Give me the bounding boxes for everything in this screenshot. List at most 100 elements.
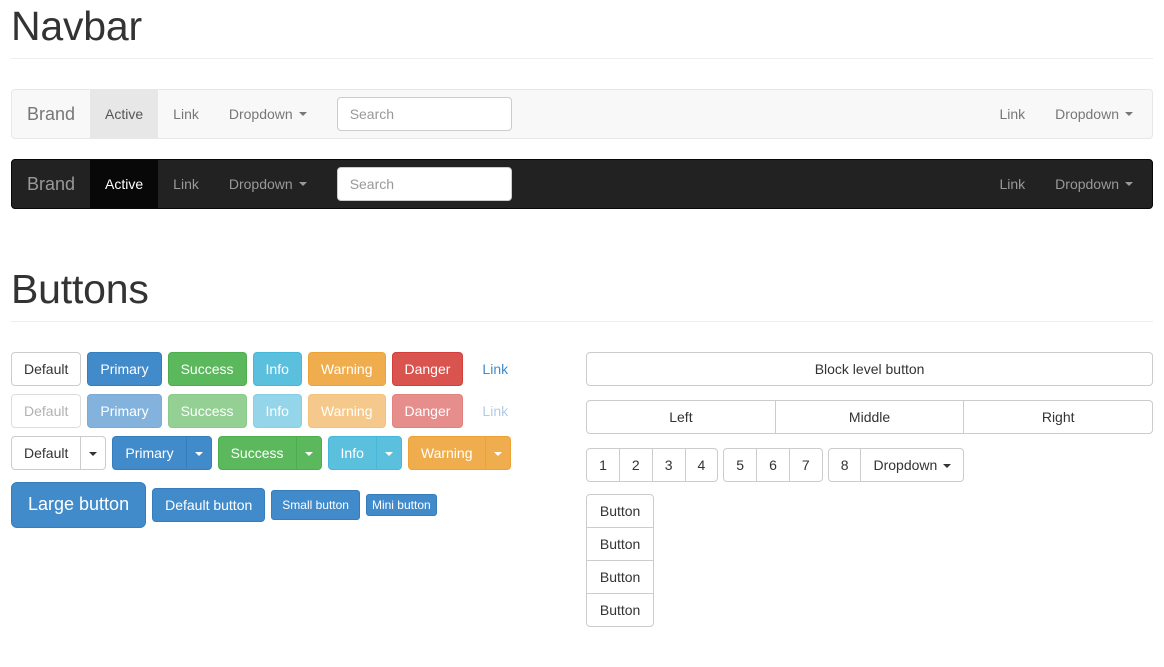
navbar-default: Brand Active Link Dropdown Link Dropdown [11,89,1153,140]
toolbar-button-8[interactable]: 8 [827,448,862,483]
toolbar-button-5[interactable]: 5 [723,448,758,483]
buttons-section-header: Buttons [11,265,1153,323]
justified-button-group: Left Middle Right [586,400,1153,435]
split-button-group-success: Success [217,436,322,471]
button-danger[interactable]: Danger [391,352,464,387]
navbar-default-right-item-dropdown[interactable]: Dropdown [1040,90,1148,138]
navbar-inverse-link-active[interactable]: Active [90,160,159,209]
buttons-left-column: Default Primary Success Info Warning Dan… [11,352,582,627]
navbar-default-right-item-link[interactable]: Link [984,90,1040,138]
justified-button-middle[interactable]: Middle [774,400,965,435]
split-button-warning-main[interactable]: Warning [407,436,486,471]
button-default-size[interactable]: Default button [152,488,266,523]
button-small[interactable]: Small button [271,490,360,521]
navbar-inverse-dropdown-toggle[interactable]: Dropdown [214,160,322,208]
navbar-default-nav-right: Link Dropdown [984,90,1152,138]
navbar-default-link[interactable]: Link [158,90,214,138]
navbar-inverse-right-link[interactable]: Link [984,160,1040,208]
button-info[interactable]: Info [252,352,302,387]
split-button-default-main[interactable]: Default [11,436,82,471]
navbar-inverse-nav-right: Link Dropdown [984,160,1152,208]
navbar-inverse-link[interactable]: Link [158,160,214,208]
navbar-section-header: Navbar [11,0,1153,60]
toolbar-button-3[interactable]: 3 [651,448,686,483]
navbar-inverse-item-link[interactable]: Link [158,160,214,208]
button-link[interactable]: Link [469,352,521,386]
navbar-default-link-active[interactable]: Active [90,90,159,139]
navbar-inverse-right-item-dropdown[interactable]: Dropdown [1040,160,1148,208]
vertical-button-3[interactable]: Button [586,560,655,595]
navbar-default-dropdown-label: Dropdown [228,106,293,123]
block-level-button[interactable]: Block level button [586,352,1153,387]
navbar-inverse-item-active[interactable]: Active [90,160,159,209]
navbar-inverse-nav: Active Link Dropdown [90,160,322,209]
button-mini[interactable]: Mini button [365,494,437,517]
navbar-inverse-link-label: Link [173,176,199,193]
navbar-inverse: Brand Active Link Dropdown Link Dropdown [11,159,1153,210]
vertical-button-1[interactable]: Button [586,494,655,529]
navbar-default-right-link[interactable]: Link [984,90,1040,138]
chevron-down-icon [298,182,307,187]
navbar-default-item-link[interactable]: Link [158,90,214,138]
chevron-down-icon [304,452,313,457]
split-button-info-toggle[interactable] [375,436,402,471]
toolbar-button-4[interactable]: 4 [684,448,719,483]
buttons-right-column: Block level button Left Middle Right 1 2… [582,352,1153,628]
navbar-default-right-dropdown-toggle[interactable]: Dropdown [1040,90,1148,138]
toolbar-group-b: 5 6 7 [723,448,823,483]
button-large[interactable]: Large button [11,482,147,529]
toolbar-button-7[interactable]: 7 [788,448,823,483]
navbar-default-dropdown-toggle[interactable]: Dropdown [214,90,322,138]
navbar-default-item-dropdown[interactable]: Dropdown [214,90,322,138]
navbar-inverse-link-active-label: Active [105,176,144,193]
split-button-success-main[interactable]: Success [217,436,297,471]
navbar-inverse-right-dropdown-label: Dropdown [1055,176,1119,193]
navbar-inverse-right-item-link[interactable]: Link [984,160,1040,208]
navbar-default-nav: Active Link Dropdown [90,90,322,139]
button-default[interactable]: Default [11,352,82,387]
vertical-button-group: Button Button Button Button [586,494,655,628]
split-button-group-info: Info [327,436,402,471]
button-success-disabled: Success [167,394,247,429]
split-button-group-default: Default [11,436,107,471]
page-title-navbar: Navbar [11,3,142,49]
split-button-default-toggle[interactable] [80,436,107,471]
button-default-disabled: Default [11,394,82,429]
vertical-button-4[interactable]: Button [586,593,655,628]
vertical-button-2[interactable]: Button [586,527,655,562]
navbar-inverse-item-dropdown[interactable]: Dropdown [214,160,322,208]
split-button-group-warning: Warning [407,436,511,471]
button-row-disabled: Default Primary Success Info Warning Dan… [11,394,567,429]
block-button-wrapper: Block level button [586,352,1153,387]
split-button-warning-toggle[interactable] [484,436,511,471]
button-link-disabled: Link [469,394,521,428]
navbar-inverse-right-link-label: Link [999,176,1026,193]
button-success[interactable]: Success [167,352,247,387]
toolbar-button-2[interactable]: 2 [618,448,653,483]
chevron-down-icon [943,464,952,469]
toolbar-button-6[interactable]: 6 [756,448,790,483]
toolbar-group-a: 1 2 3 4 [586,448,719,483]
justified-button-left[interactable]: Left [586,400,776,435]
split-button-success-toggle[interactable] [295,436,322,471]
navbar-default-link-active-label: Active [105,106,144,123]
button-warning[interactable]: Warning [307,352,386,387]
split-button-info-main[interactable]: Info [327,436,377,471]
chevron-down-icon [89,452,98,457]
toolbar-dropdown-button[interactable]: Dropdown [860,448,965,483]
button-primary[interactable]: Primary [87,352,162,387]
navbar-inverse-brand[interactable]: Brand [12,160,90,208]
toolbar-button-1[interactable]: 1 [586,448,620,483]
navbar-default-brand[interactable]: Brand [12,90,90,138]
search-input[interactable] [336,167,512,202]
justified-button-right[interactable]: Right [963,400,1153,435]
button-row-enabled: Default Primary Success Info Warning Dan… [11,352,567,387]
page-container: Navbar Brand Active Link Dropdown Link D… [0,0,1164,628]
chevron-down-icon [493,452,502,457]
navbar-inverse-right-dropdown-toggle[interactable]: Dropdown [1040,160,1148,208]
navbar-default-item-active[interactable]: Active [90,90,159,139]
split-button-primary-toggle[interactable] [185,436,212,471]
split-button-primary-main[interactable]: Primary [112,436,187,471]
search-input[interactable] [336,97,512,132]
